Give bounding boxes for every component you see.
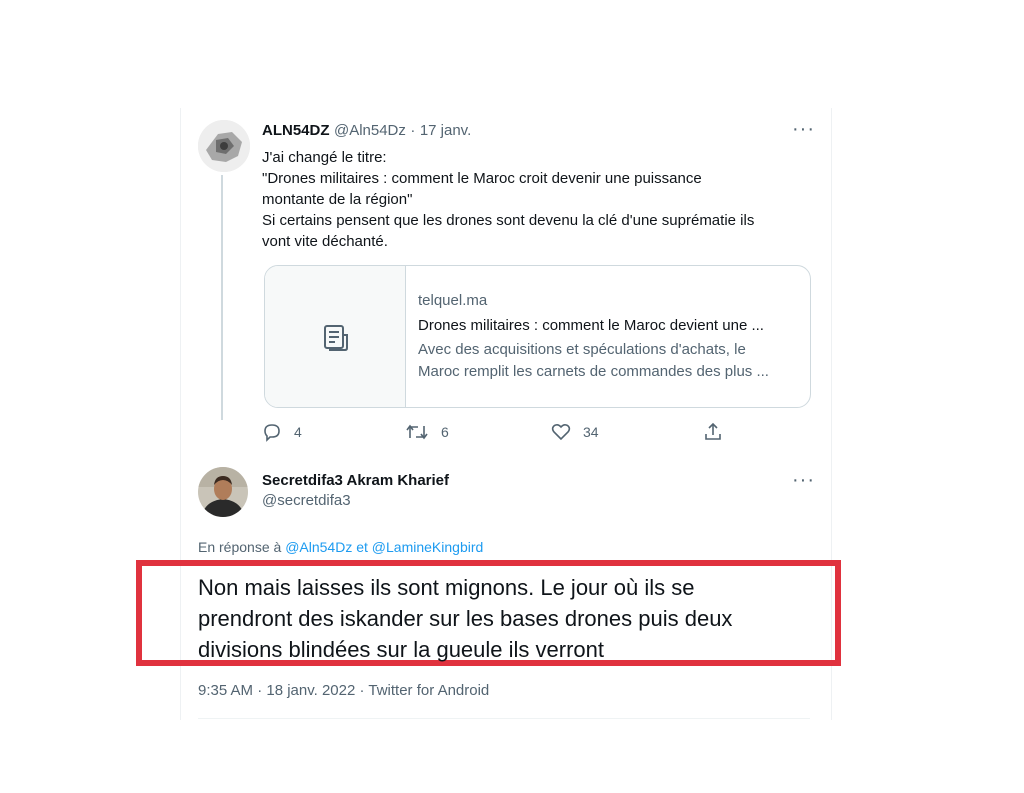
like-count: 34 — [583, 424, 599, 440]
retweet-count: 6 — [441, 424, 449, 440]
tweet-timestamp[interactable]: 9:35 AM · 18 janv. 2022 · Twitter for An… — [198, 682, 489, 699]
tweet-line: J'ai changé le titre: — [262, 149, 387, 166]
link-domain: telquel.ma — [418, 292, 488, 309]
divider — [198, 718, 810, 719]
display-name[interactable]: ALN54DZ — [262, 122, 330, 139]
link-thumbnail — [265, 266, 406, 407]
link-description-2: Maroc remplit les carnets de commandes d… — [418, 363, 769, 380]
retweet-button[interactable]: 6 — [405, 422, 449, 442]
share-icon — [705, 422, 721, 440]
like-button[interactable]: 34 — [551, 422, 599, 442]
tweet-date[interactable]: 17 janv. — [420, 122, 471, 139]
tweet-line: Non mais laisses ils sont mignons. Le jo… — [198, 575, 695, 600]
tweet-line: montante de la région" — [262, 191, 413, 208]
reply-count: 4 — [294, 424, 302, 440]
tweet-line: "Drones militaires : comment le Maroc cr… — [262, 170, 702, 187]
reply-and: et — [356, 539, 368, 555]
reply-prefix: En réponse à — [198, 539, 282, 555]
mention-link[interactable]: @Aln54Dz — [285, 539, 352, 555]
reply-icon — [264, 424, 280, 442]
avatar-aln54dz[interactable] — [198, 120, 250, 172]
tweet-line: divisions blindées sur la gueule ils ver… — [198, 637, 604, 662]
handle[interactable]: @secretdifa3 — [262, 492, 449, 509]
reply-context: En réponse à @Aln54Dz et @LamineKingbird — [198, 539, 483, 555]
share-button[interactable] — [703, 422, 723, 442]
tweet2-header: Secretdifa3 Akram Kharief @secretdifa3 — [262, 472, 449, 509]
tweet1-body: J'ai changé le titre: "Drones militaires… — [262, 147, 754, 252]
tweet1-header: ALN54DZ @Aln54Dz · 17 janv. — [262, 122, 471, 140]
separator: · — [410, 122, 416, 139]
reply-button[interactable]: 4 — [262, 422, 302, 442]
tweet-line: prendront des iskander sur les bases dro… — [198, 606, 733, 631]
link-preview-card[interactable]: telquel.ma Drones militaires : comment l… — [264, 265, 811, 408]
avatar-secretdifa3[interactable] — [198, 467, 248, 517]
tweet-line: Si certains pensent que les drones sont … — [262, 212, 755, 229]
retweet-icon — [406, 424, 428, 440]
more-options-icon[interactable]: ··· — [792, 470, 815, 490]
mention-link[interactable]: @LamineKingbird — [372, 539, 484, 555]
article-icon — [324, 325, 348, 351]
tweet2-body: Non mais laisses ils sont mignons. Le jo… — [198, 572, 732, 665]
handle[interactable]: @Aln54Dz — [334, 122, 406, 139]
more-options-icon[interactable]: ··· — [792, 119, 815, 139]
display-name[interactable]: Secretdifa3 Akram Kharief — [262, 472, 449, 489]
link-title: Drones militaires : comment le Maroc dev… — [418, 317, 764, 334]
heart-icon — [551, 423, 571, 441]
tweet-line: vont vite déchanté. — [262, 233, 388, 250]
link-description-1: Avec des acquisitions et spéculations d'… — [418, 341, 746, 358]
thread-line — [221, 175, 223, 420]
